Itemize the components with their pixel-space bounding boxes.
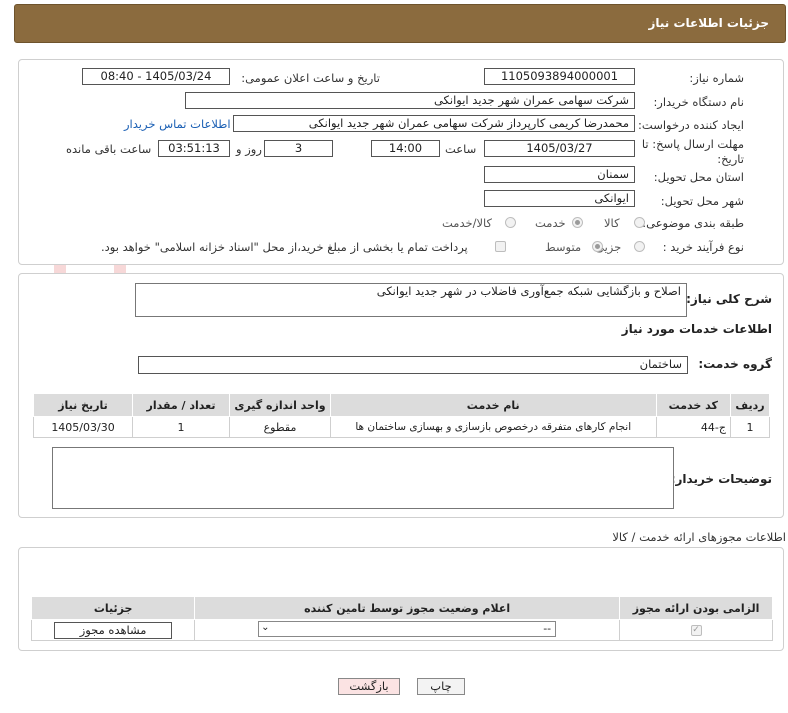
announce-datetime-label: تاریخ و ساعت اعلان عمومی: [241,71,380,85]
col-service-code: کد خدمت [655,393,732,417]
services-table-header: ردیف کد خدمت نام خدمت واحد اندازه گیری ت… [32,393,770,417]
deadline-time-label: ساعت [445,142,477,156]
buyer-notes-label: توضیحات خریدار: [670,472,772,486]
chevron-down-icon: ⌄ [261,621,270,633]
remaining-time-label: ساعت باقی مانده [66,142,152,156]
process-type-label: نوع فرآیند خرید : [662,240,744,254]
service-code-cell: ج-44 [655,416,732,438]
process-radio-minor[interactable] [634,241,645,252]
deadline-date-field: 1405/03/27 [484,140,635,157]
creator-field: محمدرضا کریمی کارپرداز شرکت سهامی عمران … [233,115,635,132]
table-row: ✓ ⌄ -- مشاهده مجوز [30,619,773,641]
col-permit-required: الزامی بودن ارائه مجوز [619,596,773,620]
permit-status-value: -- [543,621,552,635]
service-group-label: گروه خدمت: [698,357,772,371]
permit-details-cell: مشاهده مجوز [30,619,196,641]
col-permit-status: اعلام وضعیت مجوز توسط تامین کننده [194,596,621,620]
print-button[interactable]: چاپ [417,678,465,695]
col-row-number: ردیف [730,393,770,417]
treasury-payment-checkbox[interactable] [495,241,506,252]
col-unit: واحد اندازه گیری [228,393,331,417]
quantity-cell: 1 [132,416,230,438]
announce-datetime-field: 1405/03/24 - 08:40 [82,68,230,85]
deadline-label: مهلت ارسال پاسخ: تا [642,137,744,151]
table-row: 1 ج-44 انجام کارهای متفرقه درخصوص بازساز… [32,416,770,438]
category-radio-service[interactable] [572,217,583,228]
buyer-contact-link[interactable]: اطلاعات تماس خریدار [124,117,231,131]
buyer-org-field: شرکت سهامی عمران شهر جدید ایوانکی [185,92,635,109]
province-label: استان محل تحویل: [653,170,744,184]
buyer-org-label: نام دستگاه خریدار: [653,95,744,109]
buyer-notes-textarea[interactable] [52,447,674,509]
city-field: ایوانکی [484,190,635,207]
process-option-medium: متوسط [545,240,582,254]
permits-table: الزامی بودن ارائه مجوز اعلام وضعیت مجوز … [30,596,773,641]
need-number-field: 1105093894000001 [484,68,635,85]
category-radio-goods[interactable] [634,217,645,228]
col-service-name: نام خدمت [329,393,657,417]
service-group-field: ساختمان [138,356,688,374]
services-section-title: اطلاعات خدمات مورد نیاز [621,322,772,336]
services-table: ردیف کد خدمت نام خدمت واحد اندازه گیری ت… [32,393,770,438]
col-permit-details: جزئیات [30,596,196,620]
need-info-panel [18,59,784,265]
page-title: جزئیات اطلاعات نیاز [648,16,769,30]
col-need-date: تاریخ نیاز [32,393,134,417]
need-date-cell: 1405/03/30 [32,416,134,438]
city-label: شهر محل تحویل: [660,194,744,208]
col-quantity: تعداد / مقدار [132,393,230,417]
creator-label: ایجاد کننده درخواست: [638,118,744,132]
view-permit-button[interactable]: مشاهده مجوز [54,621,173,639]
process-radio-medium[interactable] [592,241,603,252]
deadline-time-field: 14:00 [371,140,440,157]
permit-status-cell: ⌄ -- [194,619,621,641]
category-option-service: خدمت [535,216,566,230]
deadline-label-line1: مهلت ارسال پاسخ: تا [641,137,744,151]
need-summary-label: شرح کلی نیاز: [686,292,772,306]
page-header: جزئیات اطلاعات نیاز [14,4,786,43]
permits-section-title: اطلاعات مجوزهای ارائه خدمت / کالا [612,530,786,544]
category-radio-goods-service[interactable] [505,217,516,228]
permit-required-checkbox: ✓ [690,625,702,636]
unit-cell: مقطوع [228,416,331,438]
back-button[interactable]: بازگشت [338,678,400,695]
province-field: سمنان [484,166,635,183]
treasury-payment-note: پرداخت تمام یا بخشی از مبلغ خرید،از محل … [101,240,468,254]
permits-table-header: الزامی بودن ارائه مجوز اعلام وضعیت مجوز … [30,596,773,620]
row-number-cell: 1 [730,416,770,438]
days-remaining-field: 3 [264,140,333,157]
category-option-goods: کالا [604,216,620,230]
deadline-label-line2: تاریخ: [717,152,744,166]
permit-required-cell: ✓ [619,619,773,641]
need-summary-field: اصلاح و بازگشایی شبکه جمع‌آوری فاضلاب در… [135,283,687,317]
remaining-time-field: 03:51:13 [158,140,230,157]
days-label: روز و [236,142,262,156]
category-option-goods-service: کالا/خدمت [442,216,493,230]
category-label: طبقه بندی موضوعی: [642,216,744,230]
need-number-label: شماره نیاز: [689,71,744,85]
service-name-cell: انجام کارهای متفرقه درخصوص بازسازی و بهس… [329,416,657,438]
permit-status-select[interactable]: ⌄ -- [258,620,557,637]
